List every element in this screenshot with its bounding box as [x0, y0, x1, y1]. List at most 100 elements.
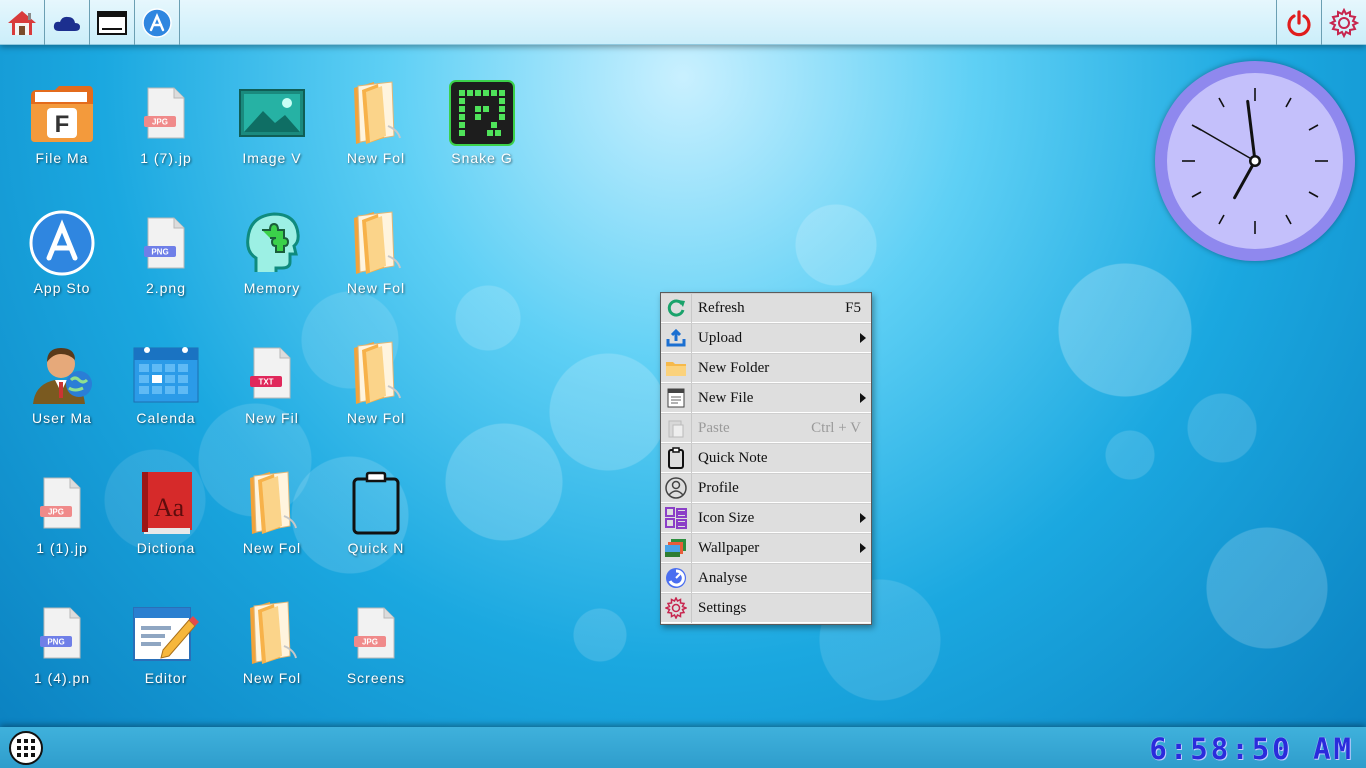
desktop-icon[interactable]: User Ma [10, 338, 114, 458]
home-icon [8, 10, 36, 35]
home-button[interactable] [0, 0, 45, 45]
desktop-icon-label: 1 (7).jp [140, 150, 192, 166]
desktop-icon[interactable]: New Fol [324, 208, 428, 328]
context-menu-label: Upload [698, 329, 743, 346]
cloud-icon [53, 16, 80, 31]
desktop-icon-label: New Fol [346, 410, 406, 426]
desktop-icon[interactable]: F File Ma [10, 78, 114, 198]
context-menu-item-settings[interactable]: Settings [661, 593, 871, 623]
desktop-icon-label: Snake G [451, 150, 513, 166]
desktop-icon[interactable]: Memory [220, 208, 324, 328]
app-store-icon [27, 208, 97, 278]
snake-game-icon [447, 78, 517, 148]
desktop-icon[interactable]: Calenda [114, 338, 218, 458]
desktop-icon[interactable]: PNG 2.png [114, 208, 218, 328]
desktop-icon-label: New Fol [242, 670, 302, 686]
context-menu-item-refresh[interactable]: Refresh F5 [661, 293, 871, 323]
folder-icon [237, 468, 307, 538]
analog-clock[interactable] [1155, 61, 1355, 261]
folder-icon [237, 598, 307, 668]
context-menu-item-wallpaper[interactable]: Wallpaper [661, 533, 871, 563]
desktop-icon[interactable]: App Sto [10, 208, 114, 328]
context-menu-item-quick-note[interactable]: Quick Note [661, 443, 871, 473]
desktop-icon[interactable]: JPG 1 (1).jp [10, 468, 114, 588]
desktop-icon[interactable]: New Fol [220, 598, 324, 718]
png-file-icon: PNG [131, 208, 201, 278]
memory-game-icon [237, 208, 307, 278]
desktop-icon-label: Quick N [347, 540, 405, 556]
app-store-button[interactable] [135, 0, 180, 45]
desktop-icon[interactable]: JPG 1 (7).jp [114, 78, 218, 198]
desktop-icon[interactable]: Editor [114, 598, 218, 718]
svg-text:JPG: JPG [362, 638, 378, 647]
desktop-icon-label: New Fol [346, 280, 406, 296]
context-menu-label: Icon Size [698, 509, 755, 526]
user-manager-icon [27, 338, 97, 408]
desktop-icon-label: Screens [346, 670, 406, 686]
window-icon [97, 10, 127, 35]
start-button[interactable] [6, 730, 46, 766]
window-button[interactable] [90, 0, 135, 45]
context-menu-item-analyse[interactable]: Analyse [661, 563, 871, 593]
svg-text:PNG: PNG [151, 248, 168, 257]
submenu-arrow-icon [860, 333, 866, 343]
desktop-icon[interactable]: New Fol [324, 78, 428, 198]
profile-icon [661, 473, 692, 503]
settings-button[interactable] [1321, 0, 1366, 45]
folder-icon [341, 338, 411, 408]
desktop-icon[interactable]: Snake G [430, 78, 534, 198]
desktop-icon[interactable]: Quick N [324, 468, 428, 588]
image-viewer-icon [237, 78, 307, 148]
desktop-icon[interactable]: New Fol [220, 468, 324, 588]
desktop-icon[interactable]: TXT New Fil [220, 338, 324, 458]
context-menu-label: Wallpaper [698, 539, 760, 556]
desktop-icon-label: Memory [243, 280, 301, 296]
grid-icon [661, 503, 692, 533]
svg-text:PNG: PNG [47, 638, 64, 647]
paste-icon [661, 413, 692, 443]
context-menu-label: New Folder [698, 359, 770, 376]
svg-text:TXT: TXT [258, 378, 273, 387]
context-menu-item-new-file[interactable]: New File [661, 383, 871, 413]
context-menu-label: Profile [698, 479, 739, 496]
power-button[interactable] [1276, 0, 1321, 45]
cloud-button[interactable] [45, 0, 90, 45]
submenu-arrow-icon [860, 513, 866, 523]
file-manager-icon: F [27, 78, 97, 148]
desktop-icon[interactable]: New Fol [324, 338, 428, 458]
desktop-icon[interactable]: Image V [220, 78, 324, 198]
folder-icon [341, 78, 411, 148]
jpg-file-icon: JPG [27, 468, 97, 538]
context-menu-item-new-folder[interactable]: New Folder [661, 353, 871, 383]
analyse-icon [661, 563, 692, 593]
context-menu-item-icon-size[interactable]: Icon Size [661, 503, 871, 533]
context-menu-item-profile[interactable]: Profile [661, 473, 871, 503]
wallpaper-icon [661, 533, 692, 563]
context-menu-label: Paste [698, 419, 730, 436]
desktop-icon[interactable]: PNG 1 (4).pn [10, 598, 114, 718]
desktop-icon[interactable]: Aa Dictiona [114, 468, 218, 588]
taskbar: 6:58:50 AM [0, 727, 1366, 768]
desktop-icon-label: Image V [242, 150, 302, 166]
desktop-icon-label: User Ma [32, 410, 92, 426]
svg-text:F: F [55, 111, 70, 138]
svg-text:JPG: JPG [152, 118, 168, 127]
dictionary-icon: Aa [131, 468, 201, 538]
context-menu-item-upload[interactable]: Upload [661, 323, 871, 353]
context-menu-label: Analyse [698, 569, 748, 586]
txt-file-icon: TXT [237, 338, 307, 408]
submenu-arrow-icon [860, 543, 866, 553]
context-menu-label: Settings [698, 599, 747, 616]
desktop-icon-label: New Fil [245, 410, 299, 426]
clock-face [1167, 73, 1343, 249]
context-menu-label: Quick Note [698, 449, 768, 466]
upload-icon [661, 323, 692, 353]
desktop-icon-label: File Ma [35, 150, 89, 166]
desktop-icon-label: Dictiona [136, 540, 196, 556]
context-menu-shortcut: F5 [845, 299, 861, 316]
desktop-icon[interactable]: JPG Screens [324, 598, 428, 718]
context-menu-label: New File [698, 389, 754, 406]
submenu-arrow-icon [860, 393, 866, 403]
jpg-file-icon: JPG [131, 78, 201, 148]
folder-icon [661, 353, 692, 383]
